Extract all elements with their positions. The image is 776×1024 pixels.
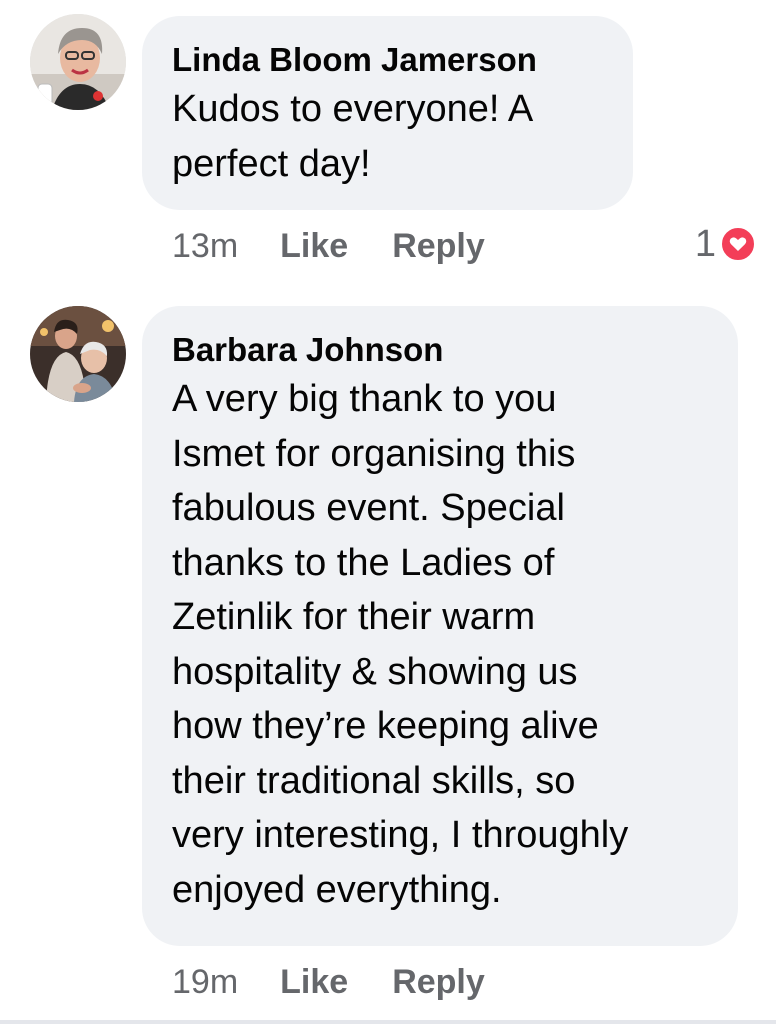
divider (0, 1020, 776, 1024)
comment-text-line: their traditional skills, so (172, 759, 576, 802)
reply-button[interactable]: Reply (392, 227, 485, 266)
like-button[interactable]: Like (280, 227, 348, 266)
comment-text-line: enjoyed everything. (172, 868, 502, 911)
comment-author[interactable]: Linda Bloom Jamerson (172, 40, 603, 80)
heart-icon (720, 226, 756, 262)
comment-text-line: Kudos to everyone! A (172, 88, 534, 130)
comment-text-line: fabulous event. Special (172, 487, 565, 529)
comment-timestamp[interactable]: 13m (172, 227, 238, 266)
comment-text: Kudos to everyone! A perfect day! (172, 82, 603, 191)
reaction-count: 1 (694, 222, 716, 265)
comment-text-line: how they’re keeping alive (172, 705, 599, 747)
comment-actions: 13m Like Reply (172, 226, 529, 266)
comment-text-line: Zetinlik for their warm (172, 596, 536, 638)
comment-text-line: A very big thank to you (172, 378, 557, 420)
profile-photo-icon (30, 14, 126, 110)
comment-actions: 19m Like Reply (172, 962, 529, 1002)
comment-text-line: very interesting, I throughly (172, 814, 629, 856)
comment-bubble: Linda Bloom Jamerson Kudos to everyone! … (142, 16, 633, 210)
comment-text-line: perfect day! (172, 142, 371, 185)
like-button[interactable]: Like (280, 963, 348, 1002)
avatar[interactable] (30, 14, 126, 110)
avatar[interactable] (30, 306, 126, 402)
comment-text-line: Ismet for organising this (172, 432, 576, 475)
comment-text-line: thanks to the Ladies of (172, 541, 555, 584)
comment-author[interactable]: Barbara Johnson (172, 330, 708, 370)
profile-photo-icon (30, 306, 126, 402)
reply-button[interactable]: Reply (392, 963, 485, 1002)
comment-text: A very big thank to you Ismet for organi… (172, 372, 708, 917)
comment-timestamp[interactable]: 19m (172, 963, 238, 1002)
comment-bubble: Barbara Johnson A very big thank to you … (142, 306, 738, 946)
comment-text-line: hospitality & showing us (172, 650, 578, 693)
reaction-summary[interactable]: 1 (694, 222, 756, 265)
